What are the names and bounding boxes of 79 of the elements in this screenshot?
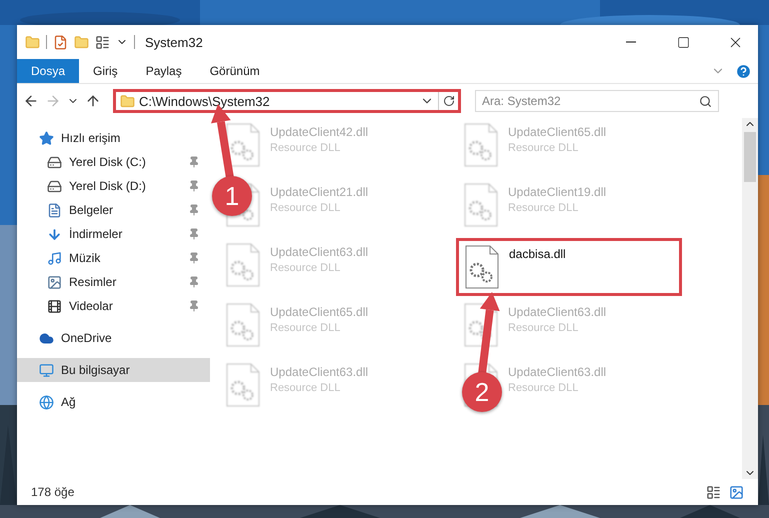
ribbon-tab[interactable]: Giriş (79, 59, 132, 83)
file-name: UpdateClient65.dll (270, 305, 368, 319)
refresh-icon (442, 95, 454, 107)
pin-icon (188, 300, 200, 312)
scrollbar[interactable] (742, 118, 758, 479)
details-view-icon[interactable] (706, 484, 721, 500)
gear-file-icon (226, 123, 260, 167)
drive-icon (47, 178, 62, 194)
file-type: Resource DLL (270, 142, 342, 154)
gear-file-icon (226, 303, 260, 347)
file-type: Resource DLL (508, 142, 580, 154)
file-type: Resource DLL (270, 382, 342, 394)
sidebar-item[interactable]: Yerel Disk (D:) (17, 174, 210, 198)
pin-icon (188, 156, 200, 168)
sidebar-item[interactable]: Yerel Disk (C:) (17, 150, 210, 174)
sidebar-item[interactable]: Resimler (17, 270, 210, 294)
file-type: Resource DLL (508, 322, 580, 334)
file-name: UpdateClient63.dll (270, 365, 368, 379)
sidebar-item[interactable]: Belgeler (17, 198, 210, 222)
gear-file-icon (464, 183, 498, 227)
image-icon (47, 274, 62, 290)
gear-file-icon (464, 123, 498, 167)
minimize-icon (626, 41, 636, 43)
file-type: Resource DLL (270, 322, 342, 334)
file-name: UpdateClient65.dll (508, 125, 606, 139)
gear-file-icon (226, 243, 260, 287)
sidebar-item[interactable]: İndirmeler (17, 222, 210, 246)
file-type: Resource DLL (270, 202, 342, 214)
item-count: 178 öğe (31, 485, 76, 499)
pin-icon (188, 180, 200, 192)
sidebar-item[interactable]: Müzik (17, 246, 210, 270)
scrollbar-thumb[interactable] (744, 132, 756, 182)
maximize-icon (676, 36, 690, 48)
large-icons-view-icon[interactable] (729, 484, 744, 500)
ribbon-tab[interactable]: Dosya (17, 59, 80, 83)
properties-icon[interactable] (95, 34, 110, 50)
sidebar-item[interactable]: Videolar (17, 294, 210, 318)
gear-file-icon (226, 363, 260, 407)
pin-icon (188, 228, 200, 240)
music-icon (47, 250, 62, 266)
file-name: UpdateClient63.dll (270, 245, 368, 259)
address-bar[interactable]: C:\Windows\System32 (113, 89, 461, 113)
sidebar-item[interactable]: Bu bilgisayar (17, 358, 210, 382)
document-icon (47, 202, 62, 218)
monitor-icon (39, 362, 54, 378)
cloud-icon (39, 330, 54, 346)
download-icon (47, 226, 62, 242)
sidebar-item[interactable]: OneDrive (17, 326, 210, 350)
file-name: UpdateClient42.dll (270, 125, 368, 139)
search-field[interactable]: Ara: System32 (475, 90, 719, 112)
search-icon (699, 95, 712, 108)
gear-file-icon (465, 245, 499, 289)
pin-icon (188, 204, 200, 216)
up-button[interactable] (85, 93, 101, 109)
file-name: UpdateClient19.dll (508, 185, 606, 199)
help-icon[interactable] (735, 62, 752, 80)
pin-icon (188, 252, 200, 264)
film-icon (47, 298, 62, 314)
file-name: UpdateClient21.dll (270, 185, 368, 199)
ribbon-tab[interactable]: Paylaş (132, 59, 196, 83)
file-type: Resource DLL (508, 382, 580, 394)
gear-file-icon (464, 303, 498, 347)
checklist-icon[interactable] (53, 34, 68, 50)
sidebar-item[interactable]: Hızlı erişim (17, 126, 210, 150)
back-button[interactable] (23, 93, 39, 109)
file-type: Resource DLL (508, 202, 580, 214)
file-name: UpdateClient63.dll (508, 305, 606, 319)
folder-icon (120, 94, 135, 108)
file-name: UpdateClient63.dll (508, 365, 606, 379)
pin-icon (188, 276, 200, 288)
file-type: Resource DLL (270, 262, 342, 274)
file-item[interactable]: dacbisa.dll (456, 238, 682, 296)
ribbon-tab[interactable]: Görünüm (196, 59, 274, 83)
sidebar-item[interactable]: Ağ (17, 390, 210, 414)
window-title: System32 (145, 34, 204, 50)
star-icon (39, 130, 54, 146)
file-name: dacbisa.dll (509, 247, 566, 261)
drive-icon (47, 154, 62, 170)
globe-icon (39, 394, 54, 410)
